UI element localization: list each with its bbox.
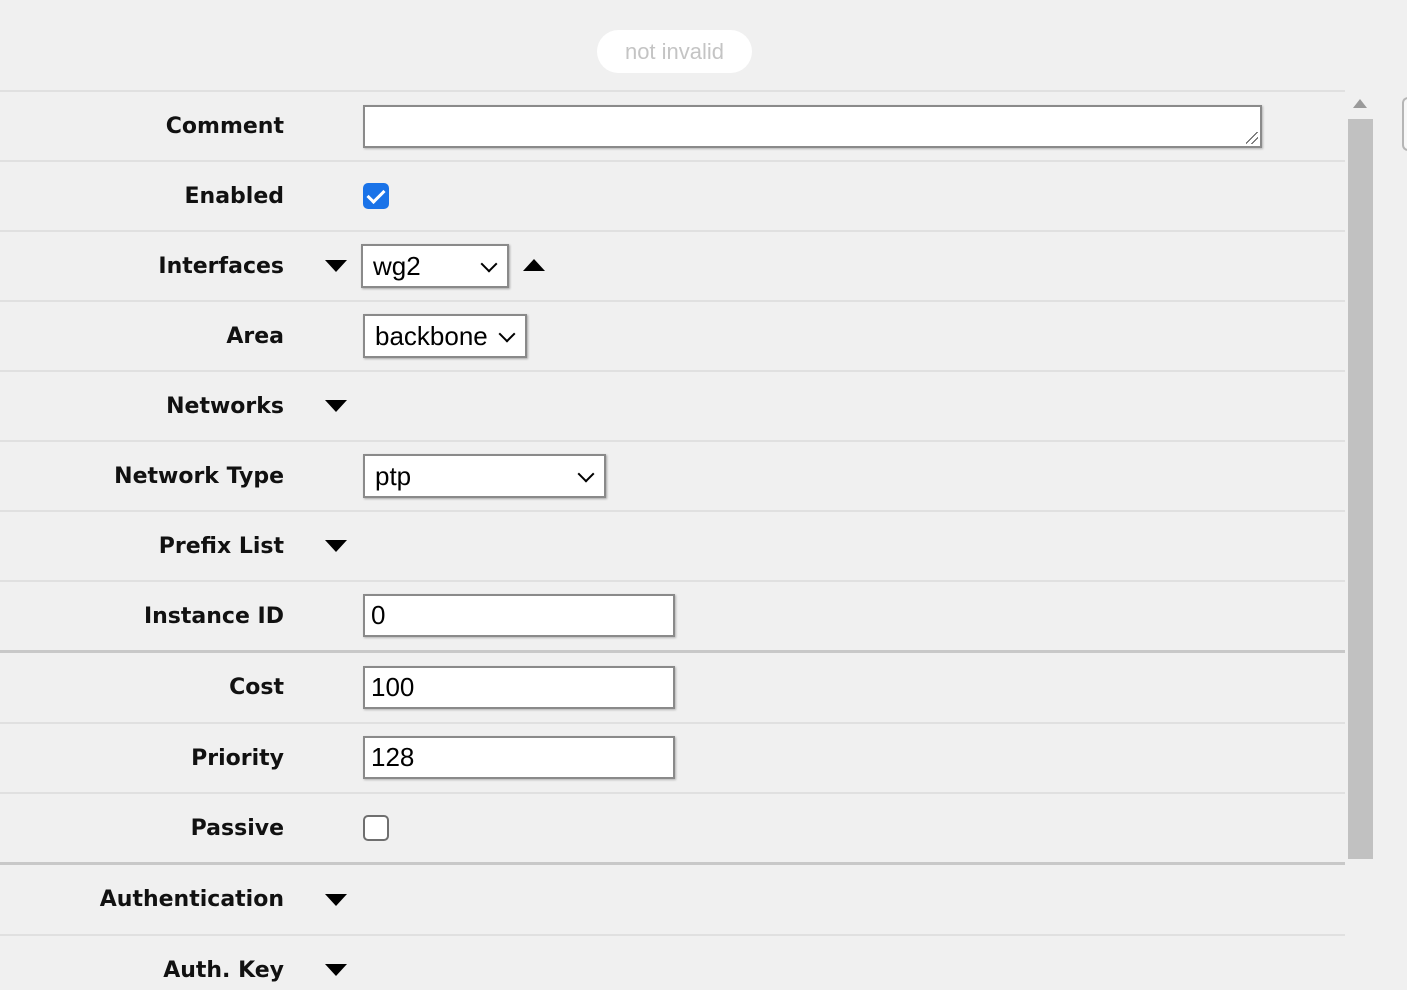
resize-grip-icon[interactable] (1246, 132, 1258, 144)
auth-key-row: Auth. Key (0, 934, 1345, 990)
instance-id-row: Instance ID 0 (0, 580, 1345, 650)
network-type-select[interactable]: ptp (363, 454, 606, 498)
cost-input[interactable]: 100 (363, 665, 675, 709)
scrollbar-thumb[interactable] (1348, 119, 1373, 859)
side-panel-edge (1402, 97, 1407, 151)
prefix-list-row: Prefix List (0, 510, 1345, 580)
chevron-down-icon (577, 465, 595, 483)
interfaces-expand-icon[interactable] (325, 260, 347, 272)
instance-id-input[interactable]: 0 (363, 594, 675, 637)
networks-label: Networks (166, 393, 284, 419)
area-selected-value: backbone (375, 320, 488, 351)
interfaces-remove-icon[interactable] (523, 259, 545, 271)
authentication-label: Authentication (99, 887, 284, 912)
instance-id-label: Instance ID (143, 603, 284, 629)
auth-key-label: Auth. Key (163, 957, 284, 983)
enabled-checkbox[interactable] (363, 183, 389, 209)
networks-expand-icon[interactable] (325, 400, 347, 412)
chevron-down-icon (498, 325, 516, 343)
passive-label: Passive (190, 815, 284, 841)
interfaces-label: Interfaces (158, 253, 284, 279)
interfaces-select[interactable]: wg2 (361, 244, 509, 288)
enabled-row: Enabled (0, 160, 1345, 230)
scroll-up-icon[interactable] (1353, 99, 1367, 108)
chevron-down-icon (480, 255, 498, 273)
network-type-row: Network Type ptp (0, 440, 1345, 510)
networks-row: Networks (0, 370, 1345, 440)
settings-form: Comment Enabled Interfaces wg2 Area back… (0, 90, 1345, 990)
ospf-interface-template-form-page: not invalid Comment Enabled Interfaces w… (0, 0, 1407, 990)
network-type-selected-value: ptp (375, 460, 412, 491)
comment-textarea[interactable] (363, 105, 1262, 148)
priority-row: Priority 128 (0, 722, 1345, 792)
authentication-row: Authentication (0, 862, 1345, 934)
area-select[interactable]: backbone (363, 314, 527, 358)
area-label: Area (226, 323, 284, 349)
status-badge: not invalid (597, 30, 752, 73)
passive-row: Passive (0, 792, 1345, 862)
prefix-list-label: Prefix List (158, 533, 284, 559)
network-type-label: Network Type (114, 463, 284, 489)
authentication-expand-icon[interactable] (325, 893, 347, 906)
cost-label: Cost (229, 675, 284, 700)
interfaces-row: Interfaces wg2 (0, 230, 1345, 300)
priority-label: Priority (191, 745, 284, 771)
comment-row: Comment (0, 90, 1345, 160)
prefix-list-expand-icon[interactable] (325, 540, 347, 552)
comment-label: Comment (165, 113, 284, 139)
cost-row: Cost 100 (0, 650, 1345, 722)
passive-checkbox[interactable] (363, 815, 389, 841)
interfaces-selected-value: wg2 (373, 250, 421, 281)
priority-input[interactable]: 128 (363, 736, 675, 779)
area-row: Area backbone (0, 300, 1345, 370)
enabled-label: Enabled (184, 183, 285, 209)
auth-key-expand-icon[interactable] (325, 964, 347, 976)
